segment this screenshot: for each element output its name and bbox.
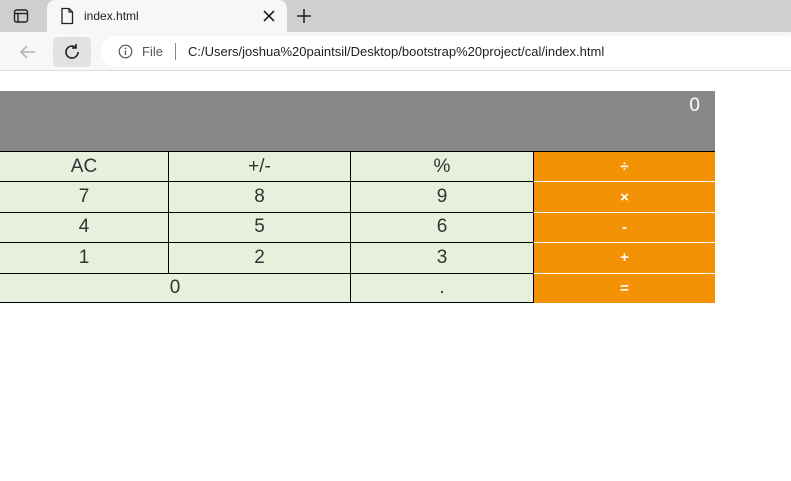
address-divider (175, 43, 176, 60)
browser-toolbar: File C:/Users/joshua%20paintsil/Desktop/… (0, 32, 791, 71)
new-tab-icon[interactable] (296, 8, 312, 24)
reload-icon (65, 44, 79, 59)
digit-4-button[interactable]: 4 (0, 211, 168, 243)
keypad: AC +/- % ÷ 7 8 9 × 4 5 6 - 1 2 3 + 0 . = (0, 151, 715, 303)
digit-9-button[interactable]: 9 (350, 181, 533, 212)
clear-button[interactable]: AC (0, 151, 168, 182)
digit-3-button[interactable]: 3 (350, 242, 533, 273)
multiply-button[interactable]: × (533, 181, 715, 212)
tab-actions-icon[interactable] (13, 8, 29, 24)
digit-0-button[interactable]: 0 (0, 272, 350, 303)
tab-strip: index.html (0, 0, 791, 32)
add-button[interactable]: + (533, 242, 715, 273)
divide-button[interactable]: ÷ (533, 151, 715, 182)
calculator-display: 0 (0, 91, 715, 151)
address-scheme: File (142, 44, 163, 59)
reload-button[interactable] (53, 37, 91, 67)
decimal-button[interactable]: . (350, 272, 533, 303)
address-bar[interactable]: File C:/Users/joshua%20paintsil/Desktop/… (101, 36, 791, 67)
document-icon (59, 7, 75, 25)
tab-title: index.html (84, 9, 139, 23)
back-arrow-icon[interactable] (18, 42, 38, 62)
browser-tab[interactable]: index.html (47, 0, 287, 32)
subtract-button[interactable]: - (533, 211, 715, 243)
digit-6-button[interactable]: 6 (350, 211, 533, 243)
digit-2-button[interactable]: 2 (168, 242, 350, 273)
url-text[interactable]: C:/Users/joshua%20paintsil/Desktop/boots… (188, 44, 604, 59)
sign-toggle-button[interactable]: +/- (168, 151, 350, 182)
calculator: 0 AC +/- % ÷ 7 8 9 × 4 5 6 - 1 2 3 + 0 .… (0, 91, 715, 303)
digit-5-button[interactable]: 5 (168, 211, 350, 243)
close-tab-icon[interactable] (262, 9, 276, 23)
digit-8-button[interactable]: 8 (168, 181, 350, 212)
info-icon[interactable] (118, 44, 133, 59)
digit-1-button[interactable]: 1 (0, 242, 168, 273)
percent-button[interactable]: % (350, 151, 533, 182)
equals-button[interactable]: = (533, 272, 715, 303)
digit-7-button[interactable]: 7 (0, 181, 168, 212)
display-value: 0 (689, 95, 700, 116)
